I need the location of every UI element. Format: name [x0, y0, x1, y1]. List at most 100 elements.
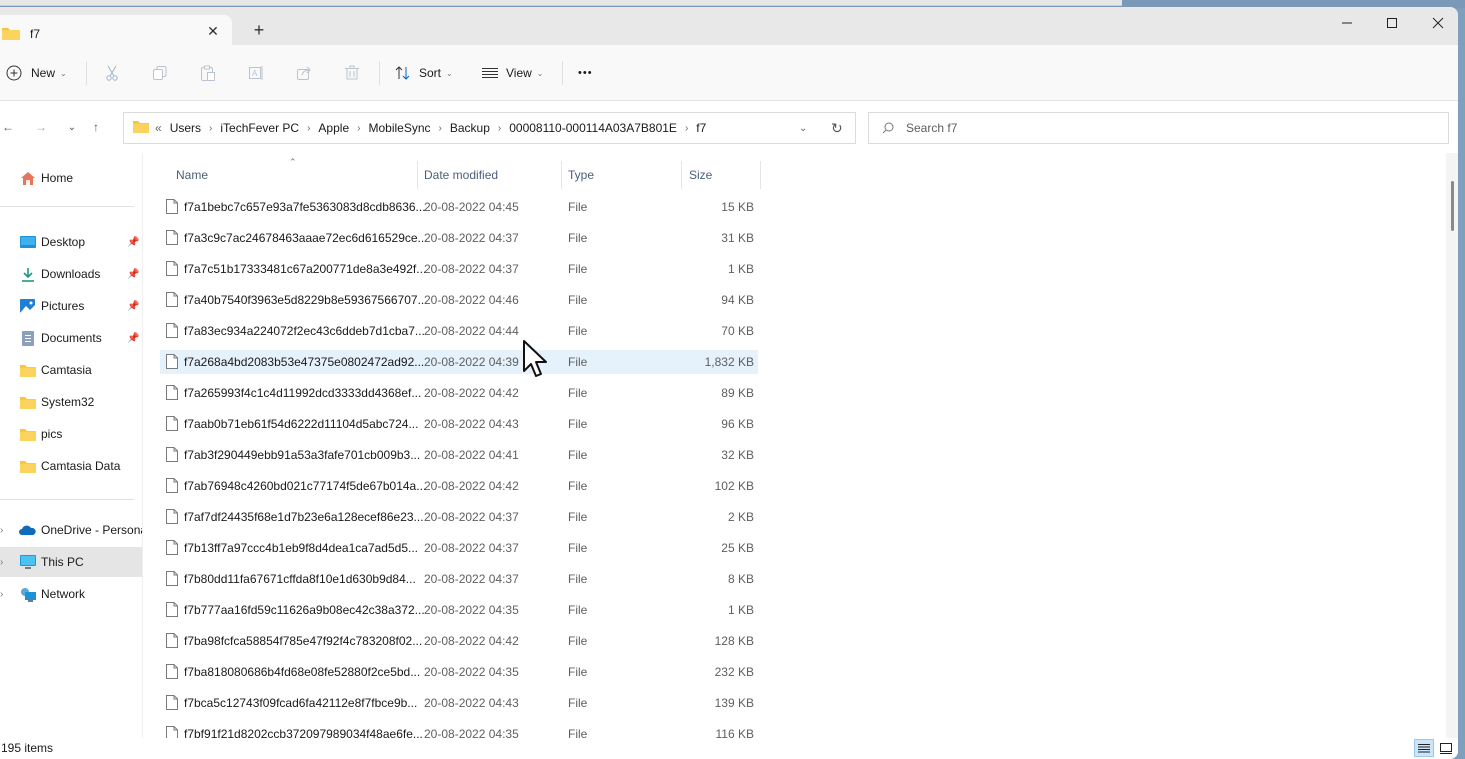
breadcrumb-f7[interactable]: f7 — [696, 121, 706, 135]
file-row[interactable]: f7a265993f4c1c4d11992dcd3333dd4368ef... 2… — [160, 381, 758, 405]
breadcrumb-users[interactable]: Users — [170, 121, 201, 135]
chevron-right-icon[interactable]: › — [307, 123, 310, 134]
sidebar-item-desktop[interactable]: Desktop 📌 — [0, 227, 142, 257]
sidebar-item-pics[interactable]: pics — [0, 419, 142, 449]
file-icon — [166, 447, 178, 462]
sort-button[interactable]: Sort ⌄ — [395, 59, 453, 87]
column-divider[interactable] — [561, 161, 562, 189]
sidebar-item-onedrive[interactable]: › OneDrive - Persona — [0, 515, 142, 545]
file-row[interactable]: f7a1bebc7c657e93a7fe5363083d8cdb8636... 2… — [160, 195, 758, 219]
chevron-right-icon[interactable]: › — [0, 557, 3, 568]
chevron-right-icon[interactable]: › — [357, 123, 360, 134]
sidebar-item-system32[interactable]: System32 — [0, 387, 142, 417]
address-bar[interactable]: « Users › iTechFever PC › Apple › Mobile… — [123, 112, 856, 144]
column-divider[interactable] — [760, 161, 761, 189]
sidebar-item-network[interactable]: › Network — [0, 579, 142, 609]
chevron-right-icon[interactable]: › — [498, 123, 501, 134]
breadcrumb-itechfever-pc[interactable]: iTechFever PC — [220, 121, 299, 135]
file-row[interactable]: f7bca5c12743f09fcad6fa42112e8f7fbce9b...… — [160, 691, 758, 715]
pin-icon[interactable]: 📌 — [127, 333, 139, 344]
file-size: 96 KB — [721, 417, 754, 431]
file-row[interactable]: f7a40b7540f3963e5d8229b8e59367566707... 2… — [160, 288, 758, 312]
file-row[interactable]: f7aab0b71eb61f54d6222d11104d5abc724... 20… — [160, 412, 758, 436]
details-view-button[interactable] — [1414, 739, 1434, 757]
file-row[interactable]: f7a7c51b17333481c67a200771de8a3e492f... 2… — [160, 257, 758, 281]
column-header-name[interactable]: Name — [176, 161, 416, 189]
file-row[interactable]: f7b80dd11fa67671cffda8f10e1d630b9d84... 2… — [160, 567, 758, 591]
file-row[interactable]: f7ba818080686b4fd68e08fe52880f2ce5bd... 2… — [160, 660, 758, 684]
breadcrumb-overflow[interactable]: « — [155, 121, 162, 135]
sidebar-item-camtasia-data[interactable]: Camtasia Data — [0, 451, 142, 481]
chevron-right-icon[interactable]: › — [685, 123, 688, 134]
file-icon — [166, 602, 178, 617]
sidebar-item-documents[interactable]: Documents 📌 — [0, 323, 142, 353]
rename-button[interactable]: A — [245, 62, 267, 84]
close-button[interactable] — [1415, 11, 1458, 35]
view-button[interactable]: View ⌄ — [482, 59, 544, 87]
maximize-button[interactable] — [1369, 11, 1415, 35]
tiles-view-button[interactable] — [1436, 739, 1456, 757]
sidebar-item-downloads[interactable]: Downloads 📌 — [0, 259, 142, 289]
sidebar-item-pictures[interactable]: Pictures 📌 — [0, 291, 142, 321]
tab-close-icon[interactable]: ✕ — [205, 23, 221, 39]
file-row[interactable]: f7a3c9c7ac24678463aaae72ec6d616529ce... 2… — [160, 226, 758, 250]
chevron-right-icon[interactable]: › — [0, 589, 3, 600]
copy-button[interactable] — [149, 62, 171, 84]
file-row[interactable]: f7ba98fcfca58854f785e47f92f4c783208f02..… — [160, 629, 758, 653]
column-header-type[interactable]: Type — [568, 161, 678, 189]
share-button[interactable] — [293, 62, 315, 84]
breadcrumb-backup[interactable]: Backup — [450, 121, 490, 135]
breadcrumb-apple[interactable]: Apple — [318, 121, 349, 135]
delete-button[interactable] — [341, 62, 363, 84]
new-button[interactable]: New ⌄ — [6, 59, 67, 87]
up-button[interactable]: ↑ — [86, 117, 106, 137]
column-divider[interactable] — [681, 161, 682, 189]
new-tab-button[interactable]: + — [250, 21, 268, 39]
delete-icon — [345, 65, 359, 80]
cut-button[interactable] — [101, 62, 123, 84]
paste-button[interactable] — [197, 62, 219, 84]
column-divider[interactable] — [417, 161, 418, 189]
chevron-right-icon[interactable]: › — [0, 525, 3, 536]
file-row[interactable]: f7a83ec934a224072f2ec43c6ddeb7d1cba7... 2… — [160, 319, 758, 343]
column-header-size[interactable]: Size — [689, 161, 759, 189]
sidebar-item-this-pc[interactable]: › This PC — [0, 547, 142, 577]
file-name: f7af7df24435f68e1d7b23e6a128ecef86e23... — [184, 510, 424, 524]
vertical-scrollbar[interactable] — [1446, 153, 1458, 738]
chevron-right-icon[interactable]: › — [209, 123, 212, 134]
minimize-button[interactable] — [1324, 11, 1370, 35]
sidebar-item-home[interactable]: Home — [0, 163, 142, 193]
breadcrumb-mobilesync[interactable]: MobileSync — [368, 121, 430, 135]
file-row[interactable]: f7b777aa16fd59c11626a9b08ec42c38a372... 2… — [160, 598, 758, 622]
back-button[interactable]: ← — [0, 117, 18, 137]
search-box[interactable] — [868, 112, 1449, 144]
file-row[interactable]: f7ab76948c4260bd021c77174f5de67b014a... 2… — [160, 474, 758, 498]
divider — [562, 61, 563, 85]
scrollbar-thumb[interactable] — [1451, 181, 1454, 231]
pin-icon[interactable]: 📌 — [127, 237, 139, 248]
recent-locations-button[interactable]: ⌄ — [62, 117, 82, 137]
file-row[interactable]: f7b13ff7a97ccc4b1eb9f8d4dea1ca7ad5d5... 2… — [160, 536, 758, 560]
see-more-button[interactable]: ••• — [578, 59, 593, 87]
pin-icon[interactable]: 📌 — [127, 269, 139, 280]
address-history-chevron-icon[interactable]: ⌄ — [799, 123, 807, 134]
file-row[interactable]: f7a268a4bd2083b53e47375e0802472ad92... 20… — [160, 350, 758, 374]
search-input[interactable] — [906, 121, 1406, 135]
refresh-icon[interactable]: ↻ — [831, 120, 843, 137]
divider — [0, 206, 134, 207]
onedrive-icon — [19, 522, 36, 539]
pin-icon[interactable]: 📌 — [127, 301, 139, 312]
file-row[interactable]: f7af7df24435f68e1d7b23e6a128ecef86e23...… — [160, 505, 758, 529]
file-name: f7a3c9c7ac24678463aaae72ec6d616529ce... — [184, 231, 428, 245]
sort-label: Sort — [419, 66, 442, 80]
maximize-icon — [1387, 18, 1397, 28]
file-row[interactable]: f7ab3f290449ebb91a53a3fafe701cb009b3... 2… — [160, 443, 758, 467]
breadcrumb-device-id[interactable]: 00008110-000114A03A7B801E — [509, 121, 677, 135]
sidebar-item-camtasia[interactable]: Camtasia — [0, 355, 142, 385]
file-size: 89 KB — [721, 386, 754, 400]
column-header-date[interactable]: Date modified — [424, 161, 559, 189]
forward-button[interactable]: → — [31, 117, 51, 137]
chevron-right-icon[interactable]: › — [439, 123, 442, 134]
chevron-down-icon: ⌄ — [60, 68, 67, 78]
file-type: File — [568, 541, 588, 555]
